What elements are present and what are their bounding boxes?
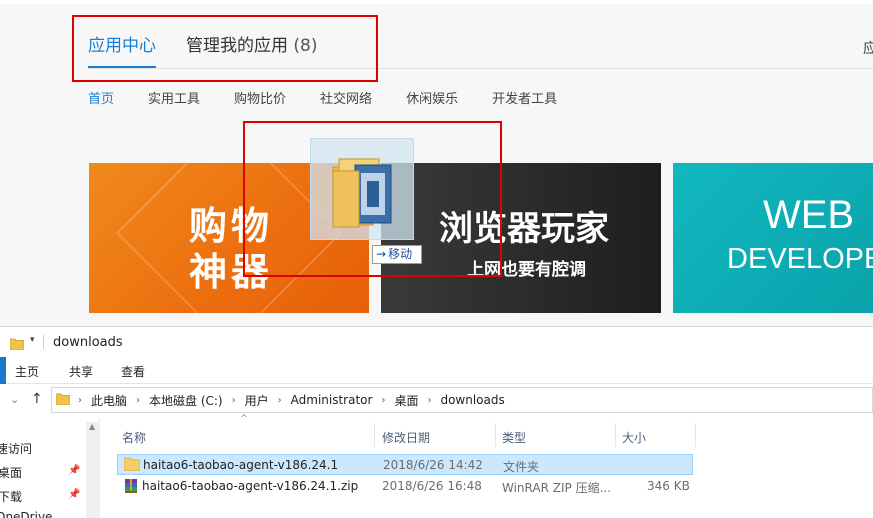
truncated-right-label[interactable]: 应 (863, 38, 873, 58)
highlight-box-drop-area (243, 121, 502, 277)
column-date-modified[interactable]: 修改日期 (382, 429, 430, 446)
file-type: 文件夹 (503, 460, 540, 474)
category-nav: 首页 实用工具 购物比价 社交网络 休闲娱乐 开发者工具 (88, 88, 591, 107)
nav-downloads[interactable]: 下载 📌 (0, 488, 80, 505)
breadcrumb-desktop[interactable]: 桌面 (394, 392, 418, 409)
pin-icon: 📌 (68, 465, 81, 476)
column-separator[interactable] (615, 423, 616, 447)
ribbon-tab-home[interactable]: 主页 (15, 363, 39, 380)
nav-quick-access-label: 速访问 (0, 442, 33, 456)
address-folder-icon (55, 393, 71, 408)
address-row: ⌄ ↑ › 此电脑 › 本地磁盘 (C:) › 用户 › Administrat… (0, 385, 873, 415)
folder-icon (123, 457, 141, 474)
folder-icon (9, 335, 25, 354)
breadcrumb-users[interactable]: 用户 (245, 392, 269, 409)
titlebar-separator (43, 335, 44, 349)
ribbon-tabs: 主页 共享 查看 (0, 357, 873, 384)
navigation-pane: 速访问 桌面 📌 下载 📌 OneDrive ▲ (0, 418, 100, 518)
nav-onedrive-label: OneDrive (0, 510, 53, 518)
file-explorer-window: ▾ downloads 主页 共享 查看 ⌄ ↑ › 此电脑 › 本地磁盘 (C… (0, 326, 873, 518)
table-row[interactable]: haitao6-taobao-agent-v186.24.1.zip 2018/… (117, 476, 693, 497)
banner-web-line1: WEB (763, 193, 855, 237)
nav-onedrive[interactable]: OneDrive (0, 510, 52, 518)
top-strip (0, 0, 873, 4)
chevron-right-icon[interactable]: › (278, 395, 282, 406)
chevron-right-icon[interactable]: › (381, 395, 385, 406)
app-center-window: 应用中心 管理我的应用 (8) 应 首页 实用工具 购物比价 社交网络 休闲娱乐… (0, 0, 873, 326)
column-size[interactable]: 大小 (622, 429, 646, 446)
breadcrumb-local-disk[interactable]: 本地磁盘 (C:) (149, 392, 223, 409)
sort-ascending-icon: ^ (240, 414, 248, 424)
column-name[interactable]: 名称 (122, 429, 146, 446)
nav-home[interactable]: 首页 (88, 88, 114, 107)
nav-shopping-compare[interactable]: 购物比价 (234, 88, 286, 107)
nav-entertainment[interactable]: 休闲娱乐 (406, 88, 458, 107)
chevron-right-icon[interactable]: › (427, 395, 431, 406)
table-row[interactable]: haitao6-taobao-agent-v186.24.1 2018/6/26… (117, 454, 693, 475)
highlight-box-tabs (72, 15, 378, 82)
breadcrumb-this-pc[interactable]: 此电脑 (91, 392, 127, 409)
file-size: 346 KB (647, 479, 690, 493)
nav-quick-access[interactable]: 速访问 (0, 440, 32, 457)
pin-icon: 📌 (68, 489, 81, 500)
recent-locations-chevron-icon[interactable]: ⌄ (10, 393, 19, 406)
scroll-up-icon[interactable]: ▲ (89, 422, 95, 431)
file-type: WinRAR ZIP 压缩... (502, 481, 612, 495)
nav-pane-scrollbar[interactable]: ▲ (86, 422, 100, 518)
nav-utilities[interactable]: 实用工具 (148, 88, 200, 107)
address-bar[interactable]: › 此电脑 › 本地磁盘 (C:) › 用户 › Administrator ›… (51, 387, 873, 413)
file-date: 2018/6/26 16:48 (382, 479, 482, 493)
chevron-right-icon[interactable]: › (78, 395, 82, 406)
file-name: haitao6-taobao-agent-v186.24.1 (143, 458, 339, 472)
window-title: downloads (53, 335, 123, 350)
column-separator[interactable] (695, 423, 696, 447)
chevron-right-icon[interactable]: › (136, 395, 140, 406)
chevron-right-icon[interactable]: › (232, 395, 236, 406)
column-type[interactable]: 类型 (502, 429, 526, 446)
up-arrow-icon[interactable]: ↑ (31, 391, 43, 407)
nav-desktop[interactable]: 桌面 📌 (0, 464, 80, 481)
banner-web-developer[interactable]: WEB DEVELOPE (673, 163, 873, 313)
breadcrumb-administrator[interactable]: Administrator (291, 393, 373, 407)
nav-desktop-label: 桌面 (0, 466, 23, 480)
file-date: 2018/6/26 14:42 (383, 458, 483, 472)
explorer-titlebar: ▾ downloads (0, 327, 873, 357)
quick-access-dropdown-icon[interactable]: ▾ (30, 335, 35, 345)
column-separator[interactable] (374, 423, 375, 447)
column-separator[interactable] (495, 423, 496, 447)
ribbon-file-tab[interactable] (0, 357, 6, 384)
winrar-archive-icon (123, 478, 139, 497)
breadcrumb-downloads[interactable]: downloads (440, 393, 504, 407)
screen: 应用中心 管理我的应用 (8) 应 首页 实用工具 购物比价 社交网络 休闲娱乐… (0, 0, 873, 518)
ribbon-tab-share[interactable]: 共享 (69, 363, 93, 380)
ribbon-tab-view[interactable]: 查看 (121, 363, 145, 380)
column-headers: ^ 名称 修改日期 类型 大小 (112, 414, 873, 447)
nav-social[interactable]: 社交网络 (320, 88, 372, 107)
nav-downloads-label: 下载 (0, 490, 23, 504)
nav-developer-tools[interactable]: 开发者工具 (492, 88, 557, 107)
banner-web-line2: DEVELOPE (727, 243, 873, 275)
file-name: haitao6-taobao-agent-v186.24.1.zip (142, 479, 359, 493)
